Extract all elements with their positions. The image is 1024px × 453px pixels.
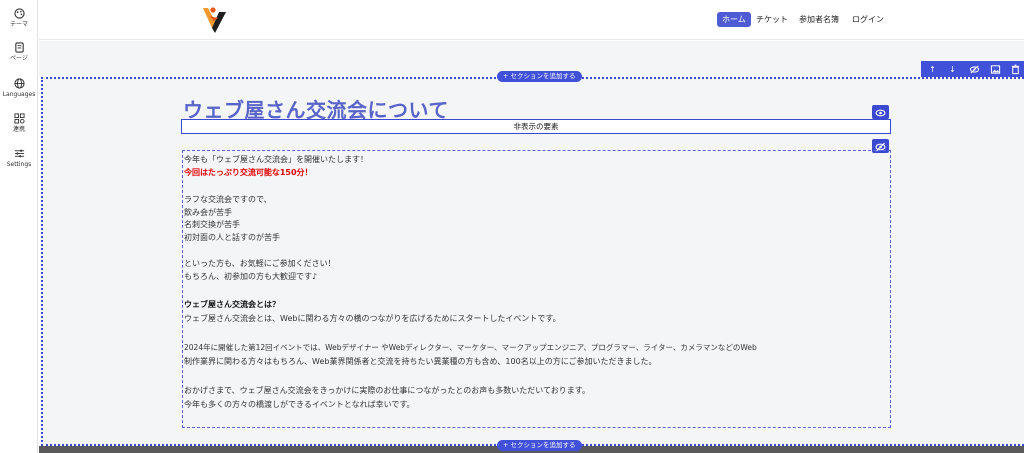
sidebar-item-label: Languages (2, 91, 36, 98)
page-icon (14, 42, 24, 53)
section-toolbar: ↑ ↓ (921, 61, 1024, 78)
sidebar-item-integration[interactable]: 連携 (0, 113, 38, 133)
text-line: 初対面の人と話すのが苦手 (184, 233, 280, 242)
text-line: ラフな交流会ですので、 (184, 195, 272, 204)
text-line: 飲み会が苦手 (184, 208, 232, 217)
editor-sidebar: テーマ ページ Languages 連携 Settings (0, 0, 38, 453)
sidebar-item-label: ページ (10, 55, 28, 62)
sliders-icon (14, 149, 24, 158)
sidebar-item-theme[interactable]: テーマ (0, 8, 38, 28)
sidebar-item-label: テーマ (9, 21, 28, 28)
add-section-label: セクションを追加する (510, 72, 576, 80)
nav-attendee-list[interactable]: 参加者名簿 (799, 12, 839, 27)
text-line: 今年も「ウェブ屋さん交流会」を開催いたします！ (184, 155, 368, 164)
sidebar-item-languages[interactable]: Languages (0, 78, 38, 98)
arrow-down-icon[interactable]: ↓ (947, 64, 958, 75)
sidebar-item-page[interactable]: ページ (0, 42, 38, 62)
hidden-element-placeholder[interactable]: 非表示の要素 (181, 119, 891, 134)
text-line: といった方も、お気軽にご参加ください！ (184, 259, 336, 268)
nav-login[interactable]: ログイン (852, 12, 884, 27)
sidebar-item-label: 連携 (12, 126, 25, 133)
arrow-up-icon[interactable]: ↑ (927, 64, 938, 75)
add-section-button-bottom[interactable]: + セクションを追加する (497, 440, 582, 451)
globe-icon (13, 78, 25, 89)
text-subheading: ウェブ屋さん交流会とは？ (184, 300, 280, 309)
site-logo[interactable] (199, 4, 233, 36)
text-line: ウェブ屋さん交流会とは、Webに関わる方々の横のつながりを広げるためにスタートし… (184, 314, 561, 323)
add-section-button-top[interactable]: + セクションを追加する (497, 71, 582, 82)
image-icon[interactable] (990, 64, 1001, 75)
text-line: 今年も多くの方々の橋渡しができるイベントとなれば幸いです。 (184, 400, 415, 409)
text-line: 制作業界に関わる方々はもちろん、Web業界関係者と交流を持ちたい異業種の方も含め… (184, 357, 657, 366)
text-line: 名刺交換が苦手 (184, 220, 240, 229)
palette-icon (13, 8, 25, 19)
text-line: もちろん、初参加の方も大歓迎です♪ (184, 272, 318, 281)
visibility-off-icon[interactable] (969, 64, 980, 75)
integration-icon (13, 113, 25, 124)
delete-icon[interactable] (1010, 64, 1021, 75)
text-line-highlight: 今回はたっぷり交流可能な150分！ (184, 168, 313, 177)
show-element-button[interactable] (872, 105, 889, 119)
text-line: おかげさまで、ウェブ屋さん交流会をきっかけに実際のお仕事につながったとのお声も多… (184, 386, 590, 395)
sidebar-item-label: Settings (6, 161, 32, 168)
add-section-label: セクションを追加する (510, 441, 576, 449)
nav-home[interactable]: ホーム (717, 12, 751, 27)
nav-ticket[interactable]: チケット (756, 12, 788, 27)
eye-icon (875, 109, 886, 117)
text-line: 2024年に開催した第12回イベントでは、Webデザイナー やWebディレクター… (184, 343, 757, 352)
sidebar-item-settings[interactable]: Settings (0, 148, 38, 168)
